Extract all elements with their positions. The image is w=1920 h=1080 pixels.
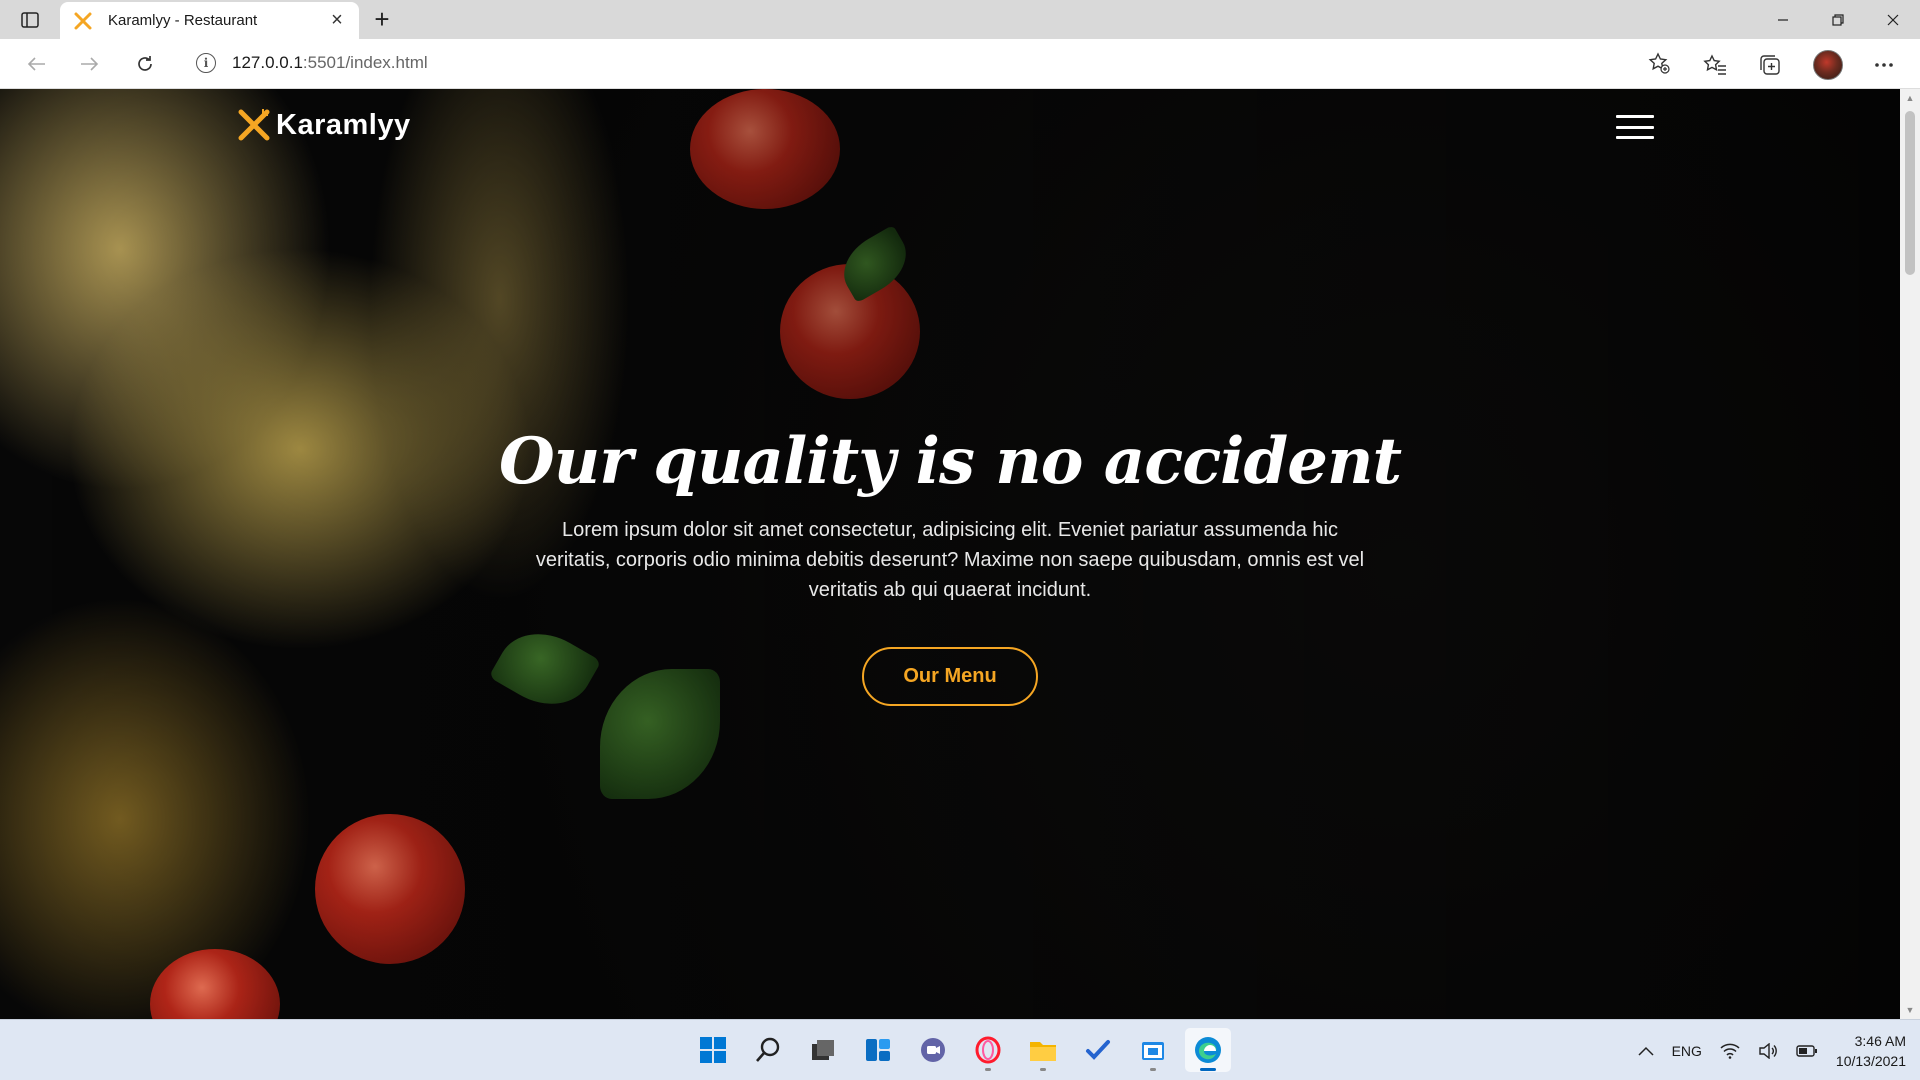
address-bar: i 127.0.0.1:5501/index.html xyxy=(0,39,1920,89)
teams-chat-icon[interactable] xyxy=(910,1028,956,1072)
minimize-icon[interactable] xyxy=(1755,0,1810,39)
running-indicator xyxy=(1040,1068,1046,1071)
page-scrollbar[interactable]: ▲ ▼ xyxy=(1900,89,1920,1019)
refresh-icon[interactable] xyxy=(131,50,159,78)
running-indicator xyxy=(985,1068,991,1071)
clock[interactable]: 3:46 AM 10/13/2021 xyxy=(1836,1031,1906,1071)
file-explorer-icon[interactable] xyxy=(1020,1028,1066,1072)
hero-title: Our quality is no accident xyxy=(498,424,1402,499)
hero-content: Our quality is no accident Lorem ipsum d… xyxy=(0,424,1900,706)
profile-avatar[interactable] xyxy=(1813,50,1843,80)
running-indicator xyxy=(1150,1068,1156,1071)
site-logo[interactable]: Karamlyy xyxy=(236,107,411,143)
search-icon[interactable] xyxy=(745,1028,791,1072)
hamburger-menu-icon[interactable] xyxy=(1616,115,1654,139)
url-field[interactable]: i 127.0.0.1:5501/index.html xyxy=(180,44,1680,82)
site-info-icon[interactable]: i xyxy=(196,53,216,73)
forward-icon[interactable] xyxy=(76,50,104,78)
taskbar: ENG 3:46 AM 10/13/2021 xyxy=(0,1019,1920,1080)
show-hidden-icons-icon[interactable] xyxy=(1638,1046,1654,1056)
widgets-icon[interactable] xyxy=(855,1028,901,1072)
system-tray: ENG 3:46 AM 10/13/2021 xyxy=(1638,1020,1906,1080)
taskbar-apps xyxy=(690,1028,1231,1072)
todo-icon[interactable] xyxy=(1075,1028,1121,1072)
page-hero-section: Karamlyy Our quality is no accident Lore… xyxy=(0,89,1900,1019)
task-view-icon[interactable] xyxy=(800,1028,846,1072)
store-icon[interactable] xyxy=(1130,1028,1176,1072)
start-icon[interactable] xyxy=(690,1028,736,1072)
opera-icon[interactable] xyxy=(965,1028,1011,1072)
edge-icon[interactable] xyxy=(1185,1028,1231,1072)
tab-title: Karamlyy - Restaurant xyxy=(108,12,258,29)
language-indicator[interactable]: ENG xyxy=(1672,1043,1702,1059)
window-controls xyxy=(1755,0,1920,39)
logo-text: Karamlyy xyxy=(276,108,411,141)
utensils-icon xyxy=(238,109,270,141)
restore-icon[interactable] xyxy=(1810,0,1865,39)
tab-actions-icon[interactable] xyxy=(10,7,50,33)
hero-description: Lorem ipsum dolor sit amet consectetur, … xyxy=(535,519,1365,601)
close-window-icon[interactable] xyxy=(1865,0,1920,39)
scroll-thumb[interactable] xyxy=(1905,111,1915,275)
wifi-icon[interactable] xyxy=(1720,1043,1740,1059)
scroll-up-icon[interactable]: ▲ xyxy=(1905,93,1915,103)
url-path: :5501/index.html xyxy=(302,53,428,72)
favorites-icon[interactable] xyxy=(1701,51,1729,79)
new-tab-button[interactable]: + xyxy=(368,6,396,34)
clock-time: 3:46 AM xyxy=(1854,1032,1906,1049)
more-options-icon[interactable] xyxy=(1870,51,1898,79)
browser-tab[interactable]: Karamlyy - Restaurant × xyxy=(60,2,359,39)
collections-icon[interactable] xyxy=(1756,51,1784,79)
url-text: 127.0.0.1:5501/index.html xyxy=(232,53,428,73)
add-favorite-icon[interactable] xyxy=(1648,52,1670,74)
clock-date: 10/13/2021 xyxy=(1835,1052,1906,1069)
our-menu-button[interactable]: Our Menu xyxy=(862,647,1038,706)
tab-favicon-icon xyxy=(74,12,92,29)
volume-icon[interactable] xyxy=(1758,1042,1778,1059)
url-host: 127.0.0.1 xyxy=(232,53,303,72)
active-indicator xyxy=(1200,1068,1216,1071)
battery-icon[interactable] xyxy=(1796,1044,1818,1058)
scroll-down-icon[interactable]: ▼ xyxy=(1905,1005,1915,1015)
tab-close-icon[interactable]: × xyxy=(327,9,347,32)
back-icon[interactable] xyxy=(22,50,50,78)
tab-bar: Karamlyy - Restaurant × + xyxy=(0,0,1920,39)
